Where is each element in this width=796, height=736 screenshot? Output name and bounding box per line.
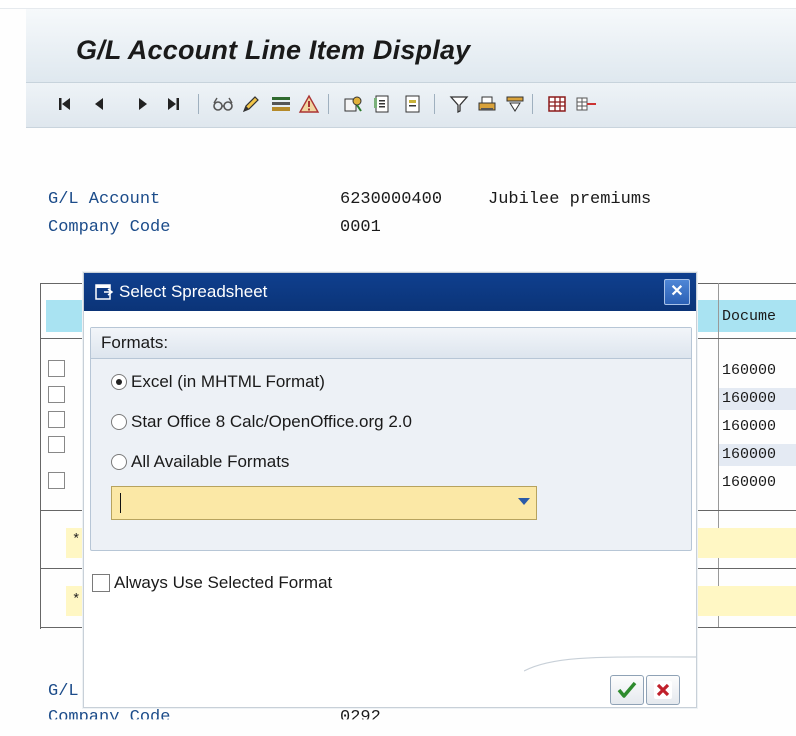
document-icon[interactable]	[342, 93, 364, 115]
gl-account-description: Jubilee premiums	[488, 190, 652, 209]
document-number: 160000	[722, 446, 777, 463]
footer-company-code-value: 0292	[340, 708, 381, 727]
radio-label: Excel (in MHTML Format)	[131, 372, 325, 391]
radio-all-formats[interactable]: All Available Formats	[111, 452, 289, 472]
radio-label: All Available Formats	[131, 452, 290, 471]
cancel-x-icon	[654, 681, 672, 699]
checkmark-icon	[617, 681, 637, 698]
row-select-checkbox[interactable]	[48, 411, 65, 428]
glasses-icon[interactable]	[212, 93, 234, 115]
cancel-button[interactable]	[646, 675, 680, 705]
radio-button-selected[interactable]	[111, 374, 127, 390]
filter-icon[interactable]	[448, 93, 470, 115]
footer-company-code-label: Company Code	[48, 708, 171, 727]
radio-label: Star Office 8 Calc/OpenOffice.org 2.0	[131, 412, 412, 431]
subtotal-star: *	[72, 532, 81, 548]
row-select-checkbox[interactable]	[48, 436, 65, 453]
dialog-title: Select Spreadsheet	[119, 282, 268, 301]
document-column-header: Docume	[722, 308, 777, 325]
document-number: 160000	[722, 474, 777, 491]
document-display-icon[interactable]	[372, 93, 394, 115]
toolbar-separator	[198, 94, 199, 114]
formats-label: Formats:	[101, 333, 169, 352]
formats-group-header: Formats:	[91, 328, 691, 359]
page-title: G/L Account Line Item Display	[76, 35, 471, 65]
format-select-dropdown[interactable]	[111, 486, 537, 520]
document-number: 160000	[722, 418, 777, 435]
chevron-down-icon[interactable]	[518, 498, 530, 505]
select-spreadsheet-dialog: Select Spreadsheet ✕ Formats: Excel (in …	[83, 272, 697, 708]
previous-page-icon[interactable]	[88, 93, 110, 115]
top-edge	[0, 0, 796, 9]
company-code-label: Company Code	[48, 218, 171, 237]
footer-gl-label: G/L	[48, 682, 79, 701]
row-select-checkbox[interactable]	[48, 360, 65, 377]
pencil-icon[interactable]	[240, 93, 262, 115]
dialog-footer-curve	[524, 656, 696, 672]
gl-account-value: 6230000400	[340, 190, 443, 209]
close-icon[interactable]: ✕	[664, 279, 690, 305]
company-code-value: 0001	[340, 218, 381, 237]
note-icon[interactable]	[402, 93, 424, 115]
insert-column-icon[interactable]	[574, 93, 596, 115]
always-use-label: Always Use Selected Format	[114, 573, 333, 592]
first-page-icon[interactable]	[54, 93, 76, 115]
continue-button[interactable]	[610, 675, 644, 705]
toolbar-separator	[434, 94, 435, 114]
sum-icon[interactable]	[504, 93, 526, 115]
application-toolbar	[26, 83, 796, 128]
radio-button[interactable]	[111, 414, 127, 430]
title-bar: G/L Account Line Item Display	[26, 9, 796, 83]
spreadsheet-icon[interactable]	[546, 93, 568, 115]
total-star: *	[72, 592, 81, 608]
dialog-title-bar[interactable]: Select Spreadsheet ✕	[84, 273, 696, 311]
radio-excel-mhtml[interactable]: Excel (in MHTML Format)	[111, 372, 325, 392]
formats-group: Formats: Excel (in MHTML Format) Star Of…	[90, 327, 692, 551]
always-use-selected-format-checkbox[interactable]: Always Use Selected Format	[92, 573, 332, 593]
print-icon[interactable]	[476, 93, 498, 115]
radio-button[interactable]	[111, 454, 127, 470]
layout-icon[interactable]	[270, 93, 292, 115]
dialog-window-icon	[95, 284, 114, 300]
next-page-icon[interactable]	[132, 93, 154, 115]
row-select-checkbox[interactable]	[48, 386, 65, 403]
document-number: 160000	[722, 362, 777, 379]
document-number: 160000	[722, 390, 777, 407]
checkbox-box[interactable]	[92, 574, 110, 592]
gl-account-label: G/L Account	[48, 190, 161, 209]
toolbar-separator	[328, 94, 329, 114]
row-select-checkbox[interactable]	[48, 472, 65, 489]
warning-icon[interactable]	[298, 93, 320, 115]
text-cursor	[120, 493, 121, 513]
toolbar-separator	[532, 94, 533, 114]
radio-star-office[interactable]: Star Office 8 Calc/OpenOffice.org 2.0	[111, 412, 412, 432]
last-page-icon[interactable]	[162, 93, 184, 115]
